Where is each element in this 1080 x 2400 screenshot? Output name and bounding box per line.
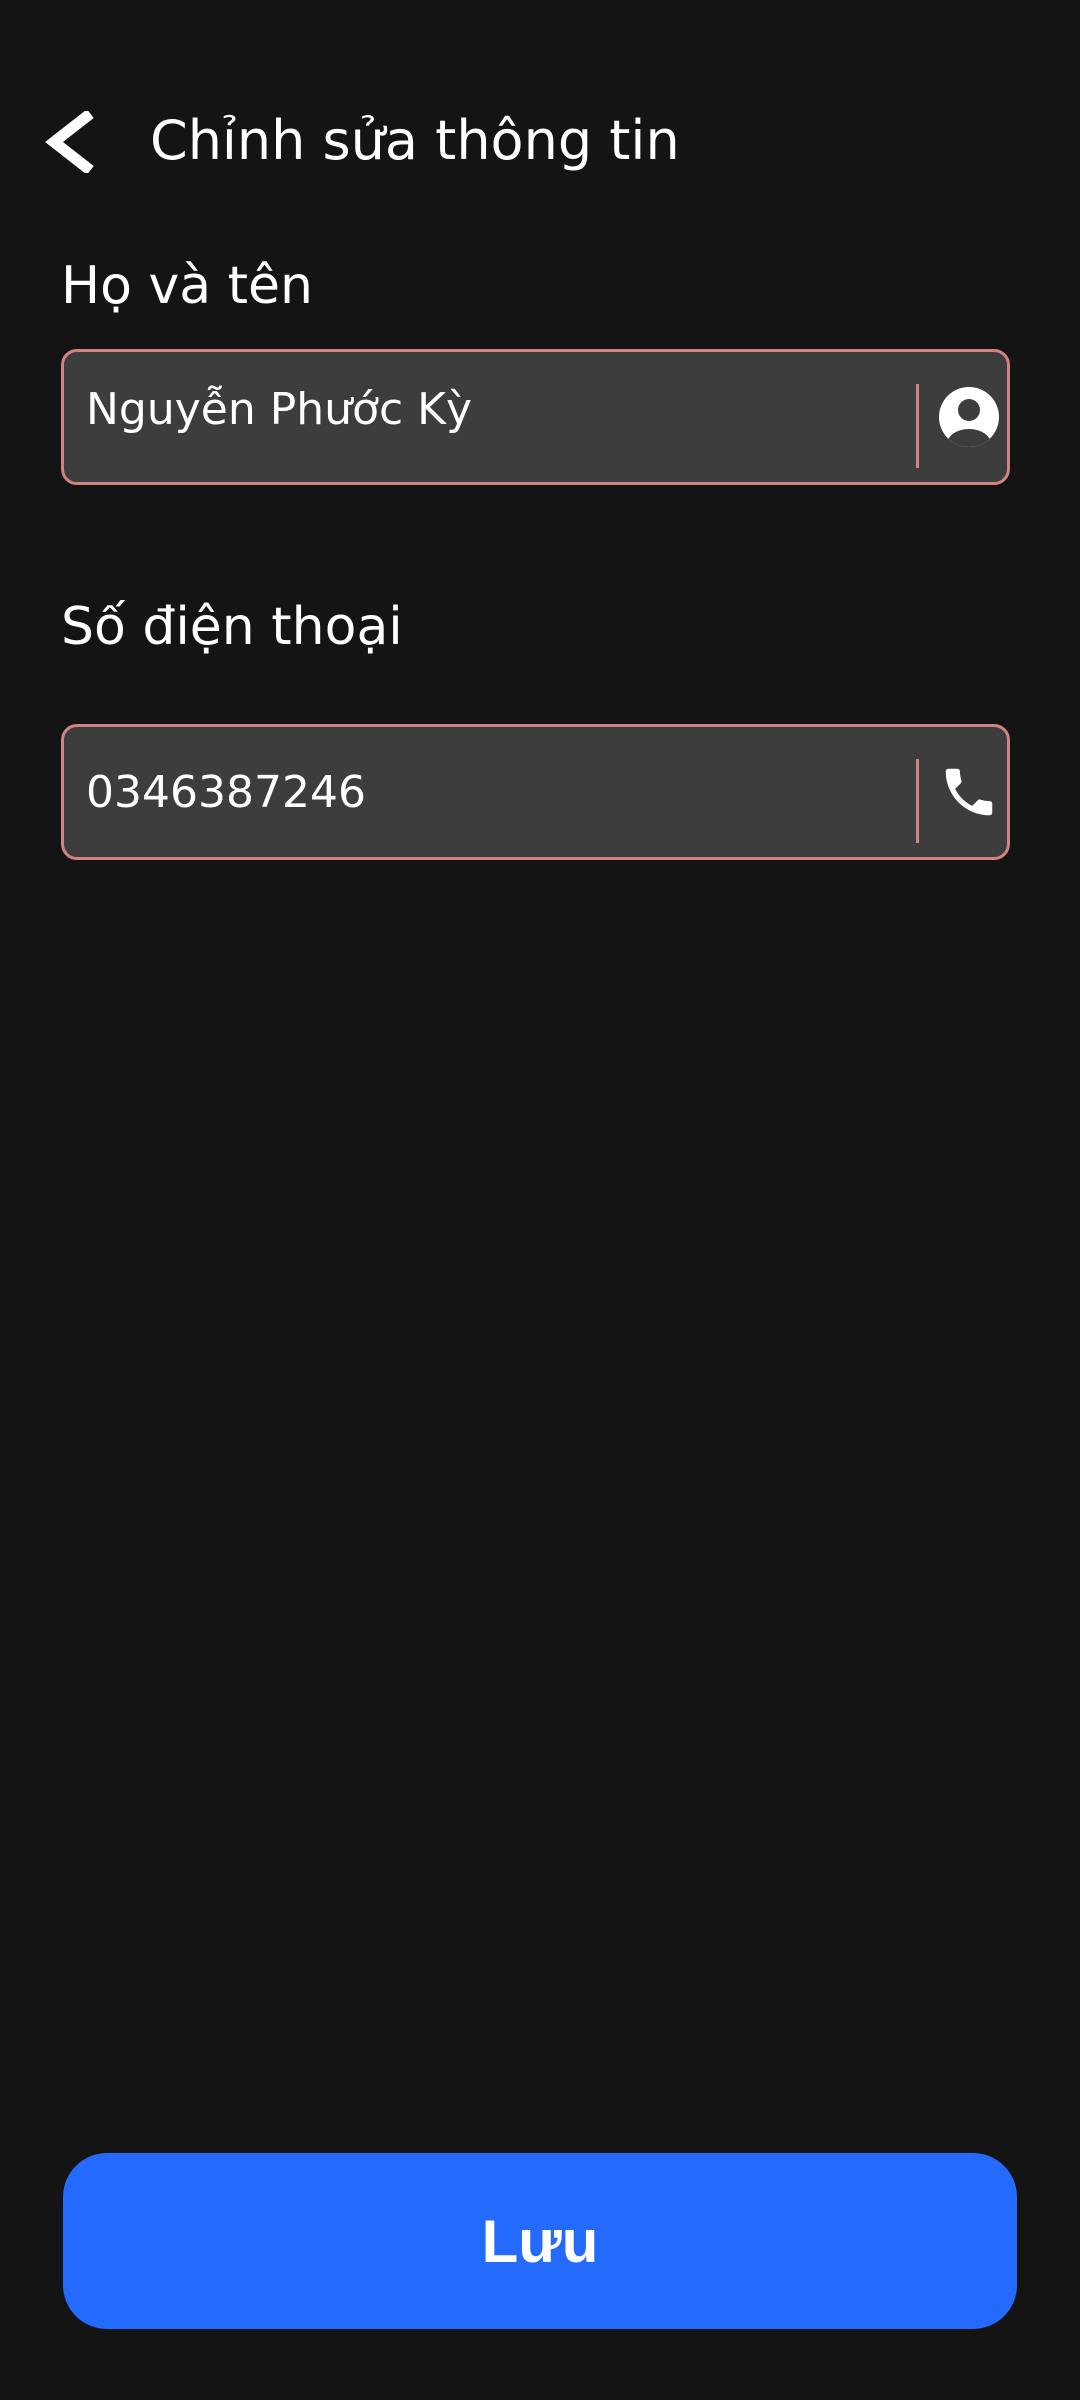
page-title: Chỉnh sửa thông tin — [150, 109, 680, 172]
name-field[interactable]: Nguyễn Phước Kỳ — [61, 349, 1010, 485]
save-button-label: Lưu — [481, 2207, 599, 2275]
name-input[interactable]: Nguyễn Phước Kỳ — [86, 352, 906, 482]
phone-icon — [934, 727, 1004, 857]
header: Chỉnh sửa thông tin — [0, 60, 1080, 200]
phone-field[interactable]: 0346387246 — [61, 724, 1010, 860]
field-divider — [916, 384, 919, 468]
phone-input[interactable]: 0346387246 — [86, 727, 906, 857]
phone-label: Số điện thoại — [61, 597, 403, 657]
name-label: Họ và tên — [61, 256, 313, 316]
user-circle-icon — [934, 352, 1004, 482]
back-button[interactable] — [44, 102, 124, 182]
save-button[interactable]: Lưu — [63, 2153, 1017, 2329]
chevron-left-icon — [45, 111, 94, 173]
field-divider — [916, 759, 919, 843]
